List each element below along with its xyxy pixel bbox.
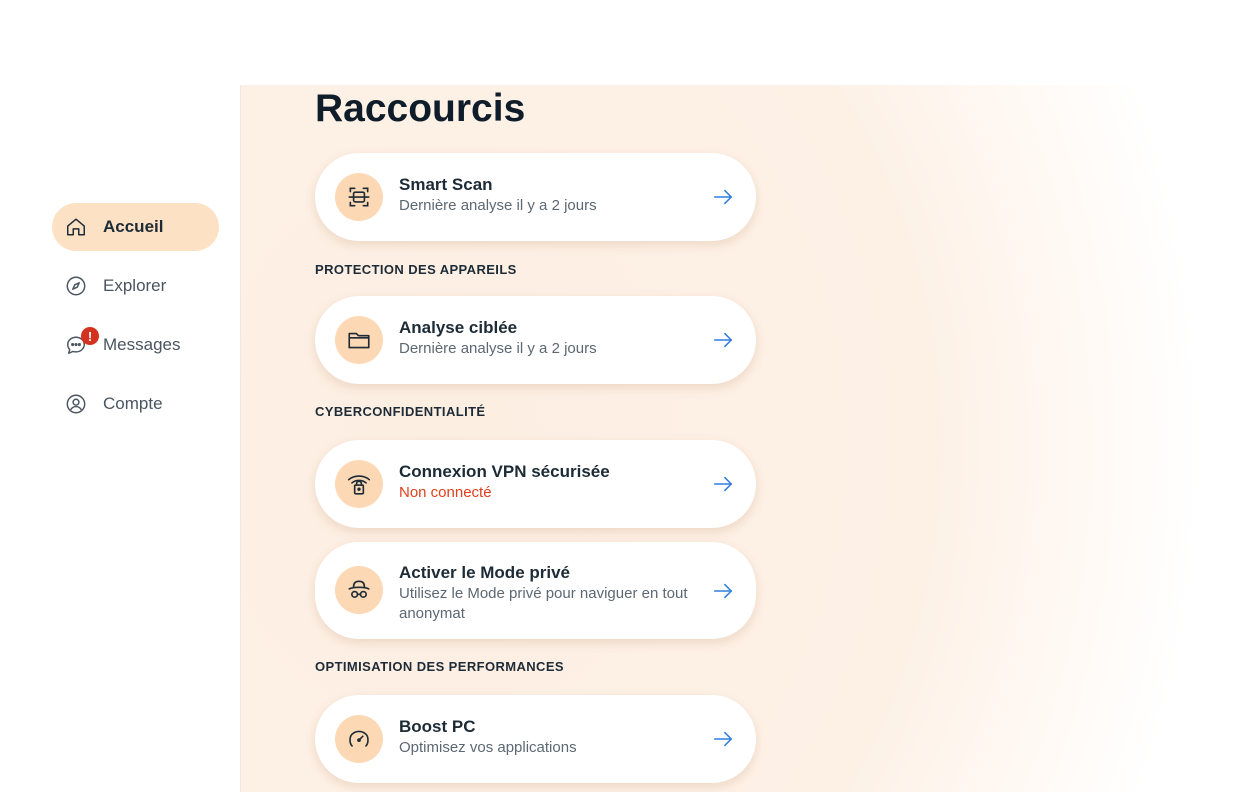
page-title: Raccourcis [315,87,526,130]
compass-icon [66,276,86,296]
sidebar: Accueil Explorer ! Messages Compte [0,0,240,792]
arrow-right-icon [713,189,733,205]
sidebar-item-explorer[interactable]: Explorer [52,262,219,310]
card-title: Activer le Mode privé [399,563,571,582]
notification-badge: ! [81,327,99,345]
targeted-scan-card[interactable]: Analyse ciblée Dernière analyse il y a 2… [315,296,756,384]
arrow-right-icon [713,583,733,599]
sidebar-item-label: Compte [103,394,163,413]
card-subtitle: Utilisez le Mode privé pour naviguer en … [399,585,688,622]
home-icon [67,218,85,236]
card-title: Boost PC [399,717,476,736]
boost-pc-card[interactable]: Boost PC Optimisez vos applications [315,695,756,783]
card-title: Smart Scan [399,175,493,194]
arrow-right-icon [713,731,733,747]
card-icon-circle [335,173,383,221]
speedometer-icon [349,730,369,747]
card-icon-circle [335,715,383,763]
card-subtitle: Optimisez vos applications [399,739,577,756]
card-title: Analyse ciblée [399,318,518,337]
vpn-status-text: Non connecté [399,484,492,501]
card-icon-circle [335,566,383,614]
card-title: Connexion VPN sécurisée [399,462,610,481]
sidebar-item-messages[interactable]: ! Messages [52,321,219,369]
folder-icon [348,332,370,349]
smart-scan-card[interactable]: Smart Scan Dernière analyse il y a 2 jou… [315,153,756,241]
arrow-right-icon [713,476,733,492]
vpn-card[interactable]: Connexion VPN sécurisée Non connecté [315,440,756,528]
sidebar-item-compte[interactable]: Compte [52,380,219,428]
section-heading: CYBERCONFIDENTIALITÉ [315,404,486,419]
scan-icon [348,187,370,207]
private-mode-card[interactable]: Activer le Mode privé Utilisez le Mode p… [315,542,756,639]
incognito-icon [348,580,370,598]
card-icon-circle [335,460,383,508]
sidebar-item-label: Messages [103,335,181,354]
user-circle-icon [66,394,86,414]
section-heading: PROTECTION DES APPAREILS [315,262,517,277]
section-heading: OPTIMISATION DES PERFORMANCES [315,659,564,674]
card-subtitle: Dernière analyse il y a 2 jours [399,197,597,214]
card-subtitle: Dernière analyse il y a 2 jours [399,340,597,357]
sidebar-item-label: Explorer [103,276,167,295]
sidebar-item-label: Accueil [103,217,164,236]
wifi-lock-icon [347,475,371,495]
arrow-right-icon [713,332,733,348]
main-panel: Raccourcis Smart Scan Dernière analyse i… [240,85,1250,792]
card-icon-circle [335,316,383,364]
sidebar-item-accueil[interactable]: Accueil [52,203,219,251]
